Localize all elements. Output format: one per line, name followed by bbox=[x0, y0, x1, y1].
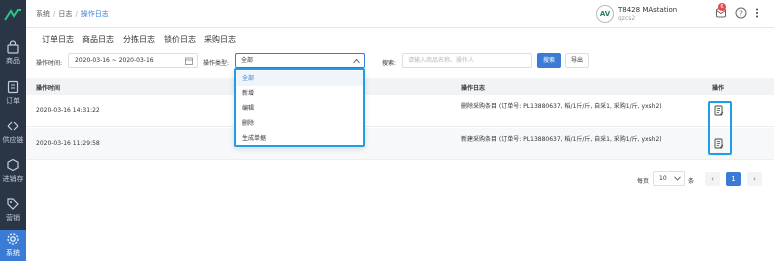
sidebar-item-label: 供应链 bbox=[2, 136, 24, 144]
table-row: 2020-03-16 14:31:22 删除采购条目 (订单号: PL13880… bbox=[26, 95, 774, 127]
table-row: 2020-03-16 11:29:58 新建采购条目 (订单号: PL13880… bbox=[26, 128, 774, 160]
operation-type-value: 全部 bbox=[241, 57, 254, 64]
document-icon bbox=[7, 80, 19, 94]
sidebar-item-label: 商品 bbox=[6, 57, 20, 65]
user-name: T8428 MAstation bbox=[618, 6, 678, 14]
dropdown-option-delete[interactable]: 删除 bbox=[236, 116, 363, 131]
tag-icon bbox=[7, 198, 19, 210]
main-panel: 订单日志 商品日志 分拣日志 锁价日志 采购日志 操作时间: 2020-03-1… bbox=[26, 28, 774, 261]
sidebar-item-marketing[interactable]: 营销 bbox=[0, 195, 26, 227]
cell-log: 删除采购条目 (订单号: PL13880637, 稻/1斤/斤, 自采1, 采购… bbox=[461, 103, 662, 110]
page-size-value: 10 bbox=[659, 175, 667, 182]
dropdown-option-generate-doc[interactable]: 生成单据 bbox=[236, 131, 363, 146]
sidebar-item-system[interactable]: 系统 bbox=[0, 230, 26, 261]
dropdown-option-all[interactable]: 全部 bbox=[236, 71, 363, 86]
filter-bar: 操作时间: 2020-03-16 ~ 2020-03-16 操作类型: 全部 搜… bbox=[26, 50, 774, 74]
app-root: 商品 订单 供应链 进销存 营销 系统 系统 / 日志 / 操作日志 AV T84 bbox=[0, 0, 774, 261]
column-header-log: 操作日志 bbox=[461, 85, 486, 92]
breadcrumb-separator: / bbox=[75, 10, 78, 18]
dropdown-option-add[interactable]: 新增 bbox=[236, 86, 363, 101]
sidebar-item-label: 订单 bbox=[6, 97, 20, 105]
prev-page-button[interactable]: ‹ bbox=[705, 172, 720, 186]
tab-sorting-log[interactable]: 分拣日志 bbox=[123, 34, 155, 45]
sidebar-item-goods[interactable]: 商品 bbox=[0, 38, 26, 70]
exchange-icon bbox=[7, 121, 19, 131]
log-tabs: 订单日志 商品日志 分拣日志 锁价日志 采购日志 bbox=[26, 28, 774, 50]
operation-type-select[interactable]: 全部 bbox=[235, 53, 365, 68]
tab-purchase-log[interactable]: 采购日志 bbox=[204, 34, 236, 45]
bag-icon bbox=[7, 40, 19, 54]
table-header: 操作时间 操作日志 操作 bbox=[26, 78, 774, 95]
action-column-highlight bbox=[708, 101, 732, 155]
operation-type-dropdown: 全部 新增 编辑 删除 生成单据 bbox=[234, 68, 365, 147]
time-label: 操作时间: bbox=[36, 60, 63, 67]
user-profile[interactable]: AV T8428 MAstation qzcs2 bbox=[596, 3, 726, 25]
cell-time: 2020-03-16 11:29:58 bbox=[36, 140, 100, 147]
chevron-up-icon bbox=[353, 58, 360, 64]
sidebar-item-inventory[interactable]: 进销存 bbox=[0, 156, 26, 188]
tab-goods-log[interactable]: 商品日志 bbox=[82, 34, 114, 45]
gear-icon bbox=[7, 233, 19, 245]
top-header: 系统 / 日志 / 操作日志 AV T8428 MAstation qzcs2 6 ? bbox=[26, 0, 774, 28]
cell-log: 新建采购条目 (订单号: PL13880637, 稻/1斤/斤, 自采1, 采购… bbox=[461, 136, 662, 143]
svg-text:?: ? bbox=[739, 10, 743, 18]
tab-order-log[interactable]: 订单日志 bbox=[42, 34, 74, 45]
per-page-label: 每页 bbox=[637, 178, 650, 185]
tab-price-lock-log[interactable]: 锁价日志 bbox=[164, 34, 196, 45]
logo-icon bbox=[4, 9, 21, 21]
breadcrumb-item[interactable]: 系统 bbox=[36, 10, 50, 18]
user-id: qzcs2 bbox=[618, 15, 636, 22]
dropdown-option-edit[interactable]: 编辑 bbox=[236, 101, 363, 116]
more-vertical-icon[interactable] bbox=[751, 7, 763, 19]
search-button[interactable]: 搜索 bbox=[537, 53, 561, 68]
unit-label: 条 bbox=[688, 178, 695, 185]
sidebar: 商品 订单 供应链 进销存 营销 系统 bbox=[0, 0, 26, 261]
cell-time: 2020-03-16 14:31:22 bbox=[36, 107, 100, 114]
type-label: 操作类型: bbox=[203, 60, 230, 67]
next-page-button[interactable]: › bbox=[747, 172, 762, 186]
breadcrumb-item[interactable]: 日志 bbox=[58, 10, 72, 18]
breadcrumb-separator: / bbox=[53, 10, 56, 18]
page-size-select[interactable]: 10 bbox=[653, 171, 685, 186]
notification-badge: 6 bbox=[718, 3, 726, 11]
breadcrumb-current: 操作日志 bbox=[80, 10, 109, 18]
search-label: 搜索: bbox=[382, 60, 397, 67]
search-input[interactable]: 请输入商品名称、操作人 bbox=[402, 53, 532, 68]
column-header-action: 操作 bbox=[712, 85, 725, 92]
date-range-value: 2020-03-16 ~ 2020-03-16 bbox=[75, 57, 154, 64]
sidebar-item-label: 营销 bbox=[6, 214, 20, 222]
sidebar-item-label: 进销存 bbox=[2, 175, 24, 183]
calendar-icon bbox=[185, 57, 193, 65]
avatar: AV bbox=[596, 5, 614, 23]
chevron-down-icon bbox=[674, 176, 681, 181]
breadcrumb: 系统 / 日志 / 操作日志 bbox=[36, 9, 109, 19]
export-button[interactable]: 导出 bbox=[565, 53, 589, 68]
sidebar-item-orders[interactable]: 订单 bbox=[0, 78, 26, 110]
hexagon-icon bbox=[7, 158, 19, 172]
sidebar-item-label: 系统 bbox=[6, 249, 20, 257]
sidebar-item-supply-chain[interactable]: 供应链 bbox=[0, 117, 26, 149]
help-icon[interactable]: ? bbox=[735, 7, 747, 19]
column-header-time: 操作时间 bbox=[36, 85, 61, 92]
page-number-button[interactable]: 1 bbox=[726, 172, 741, 186]
date-range-picker[interactable]: 2020-03-16 ~ 2020-03-16 bbox=[68, 53, 198, 68]
